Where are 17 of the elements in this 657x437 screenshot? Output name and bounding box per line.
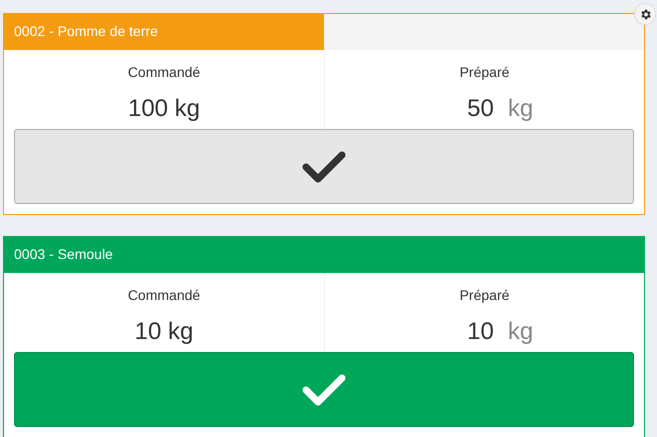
check-icon: [302, 372, 346, 406]
order-title: 0002 - Pomme de terre: [13, 23, 158, 39]
confirm-button[interactable]: [14, 129, 634, 204]
ordered-quantity: 100 kg: [128, 94, 200, 124]
confirm-button[interactable]: [14, 352, 634, 427]
prepared-label: Préparé: [460, 286, 510, 305]
ordered-label: Commandé: [128, 286, 200, 305]
prepared-quantity-field[interactable]: 50: [436, 90, 494, 128]
prepared-quantity-field[interactable]: 10: [436, 313, 494, 351]
order-title: 0003 - Semoule: [13, 246, 113, 262]
ordered-quantity: 10 kg: [134, 317, 194, 347]
unit-label: kg: [508, 94, 534, 124]
ordered-label: Commandé: [128, 63, 200, 82]
prepared-label: Préparé: [460, 63, 510, 82]
check-icon: [302, 150, 346, 184]
unit-label: kg: [508, 317, 534, 347]
settings-icon[interactable]: [638, 8, 652, 20]
